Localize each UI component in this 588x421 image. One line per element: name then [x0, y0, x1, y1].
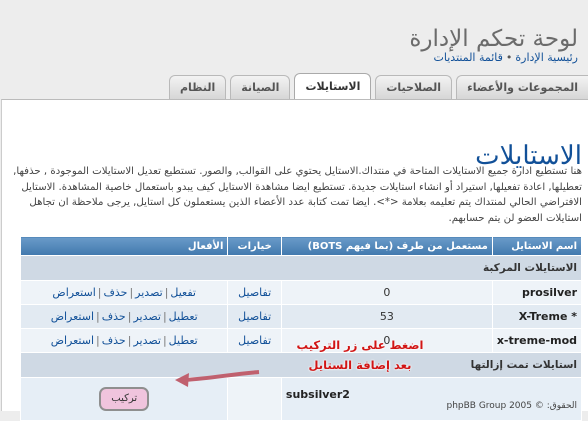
- tab-styles[interactable]: الاستايلات: [294, 73, 372, 99]
- style-name: prosilver: [491, 280, 583, 305]
- intro-text: هنا تستطيع ادارة جميع الاستايلات المتاحة…: [13, 166, 582, 224]
- separator: |: [96, 310, 100, 323]
- tab-bar: المجموعات والأعضاء الصلاحيات الاستايلات …: [165, 73, 588, 99]
- uninstalled-style-cell: subsilver2 الحقوق: © phpBB Group 2005: [280, 377, 583, 421]
- annotation-line-1: اضغط على زر التركيب: [296, 338, 424, 352]
- separator: |: [164, 286, 169, 299]
- style-user-count: 53: [280, 304, 493, 329]
- delete-link[interactable]: حذف: [103, 286, 127, 299]
- table-row: subsilver2 الحقوق: © phpBB Group 2005 تر…: [19, 377, 583, 421]
- export-link[interactable]: تصدير: [133, 334, 161, 347]
- header-used-by: مستعمل من طرف (بما فيهم BOTS): [280, 236, 493, 256]
- preview-link[interactable]: استعراض: [51, 310, 94, 323]
- delete-link[interactable]: حذف: [102, 334, 126, 347]
- annotation-line-2: بعد إضافة الستايل: [308, 358, 412, 372]
- site-title: لوحة تحكم الإدارة: [409, 26, 578, 52]
- row-actions: تعطيل|تصدير|حذف|استعراض: [19, 328, 229, 353]
- table-row: X-Treme * 53 تفاصيل تعطيل|تصدير|حذف|استع…: [19, 304, 583, 329]
- annotation-arrow-icon: [175, 370, 260, 387]
- table-header-row: اسم الاستايل مستعمل من طرف (بما فيهم BOT…: [19, 236, 583, 256]
- table-row: prosilver 0 تفاصيل تفعيل|تصدير|حذف|استعر…: [19, 280, 583, 305]
- separator: |: [162, 334, 167, 347]
- details-link[interactable]: تفاصيل: [238, 334, 271, 347]
- row-actions: تفعيل|تصدير|حذف|استعراض: [19, 280, 229, 305]
- activate-link[interactable]: تفعيل: [170, 286, 196, 299]
- style-name: x-treme-mod: [491, 328, 583, 353]
- header-style-name: اسم الاستايل: [491, 236, 583, 256]
- header-actions: الأفعال: [19, 236, 229, 256]
- deactivate-link[interactable]: تعطيل: [169, 334, 198, 347]
- breadcrumb-forum-index[interactable]: قائمة المنتديات: [434, 51, 503, 64]
- separator: |: [96, 334, 100, 347]
- style-user-count: 0: [280, 280, 493, 305]
- breadcrumb: رئيسية الإدارة•قائمة المنتديات: [434, 51, 578, 64]
- preview-link[interactable]: استعراض: [51, 334, 94, 347]
- header-options: خيارات: [227, 236, 282, 256]
- style-name: subsilver2: [285, 387, 350, 401]
- export-link[interactable]: تصدير: [135, 286, 163, 299]
- tab-permissions[interactable]: الصلاحيات: [375, 75, 453, 99]
- breadcrumb-separator: •: [505, 51, 513, 64]
- breadcrumb-admin-home[interactable]: رئيسية الإدارة: [515, 51, 578, 64]
- tab-maintenance[interactable]: الصيانة: [230, 75, 291, 99]
- tab-users-groups[interactable]: المجموعات والأعضاء: [456, 75, 588, 99]
- installed-group-row: الاستايلات المركبة: [20, 255, 582, 281]
- delete-link[interactable]: حذف: [102, 310, 126, 323]
- styles-table: اسم الاستايل مستعمل من طرف (بما فيهم BOT…: [19, 236, 583, 421]
- details-link[interactable]: تفاصيل: [238, 286, 271, 299]
- install-button[interactable]: تركيب: [99, 387, 150, 411]
- installed-group-label: الاستايلات المركبة: [20, 255, 582, 281]
- tab-system[interactable]: النظام: [168, 75, 227, 99]
- separator: |: [162, 310, 167, 323]
- annotation-note: اضغط على زر التركيب بعد إضافة الستايل: [295, 335, 425, 375]
- deactivate-link[interactable]: تعطيل: [169, 310, 198, 323]
- separator: |: [127, 310, 132, 323]
- preview-link[interactable]: استعراض: [52, 286, 95, 299]
- separator: |: [97, 286, 102, 299]
- details-link[interactable]: تفاصيل: [238, 310, 271, 323]
- separator: |: [127, 334, 132, 347]
- export-link[interactable]: تصدير: [133, 310, 161, 323]
- style-copyright: الحقوق: © phpBB Group 2005: [446, 400, 577, 411]
- separator: |: [129, 286, 134, 299]
- row-actions: تعطيل|تصدير|حذف|استعراض: [19, 304, 229, 329]
- style-name: X-Treme *: [491, 304, 583, 329]
